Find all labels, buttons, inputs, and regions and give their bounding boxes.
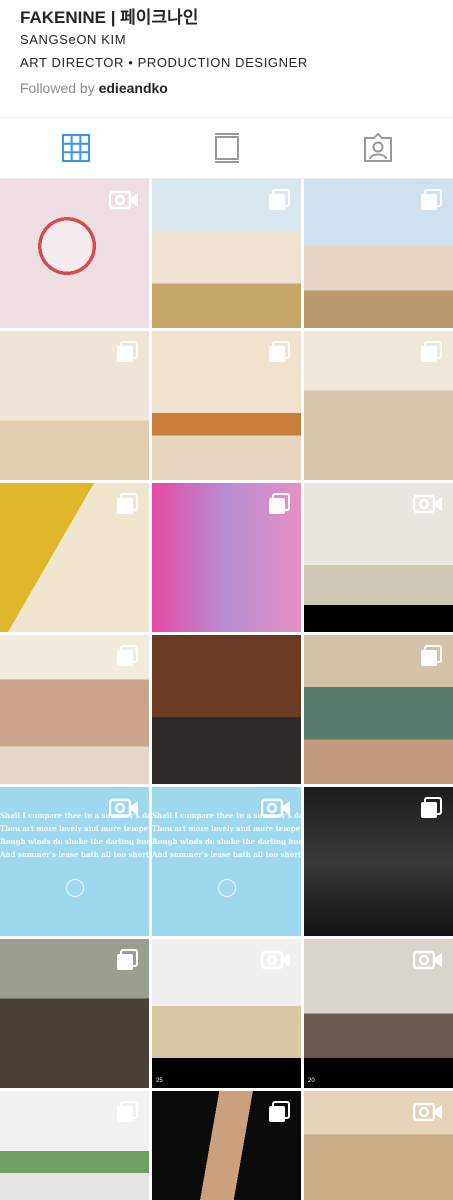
feed-icon xyxy=(214,133,239,163)
sonnet-line: Thou art more lovely and more temperate: xyxy=(152,824,301,833)
post-image xyxy=(152,635,301,784)
video-icon xyxy=(413,494,442,514)
sonnet-line: Rough winds do shake the darling buds of… xyxy=(0,837,149,846)
sonnet-line: Thou art more lovely and more temperate: xyxy=(0,824,149,833)
video-icon xyxy=(413,950,442,970)
sonnet-line: And summer's lease hath all too short a … xyxy=(0,850,149,859)
multiple-icon xyxy=(117,645,138,666)
post-tile[interactable] xyxy=(152,1091,301,1200)
video-icon xyxy=(109,798,138,818)
followed-by-user[interactable]: edieandko xyxy=(99,80,168,96)
full-name: SANGSeON KIM xyxy=(20,32,127,47)
followed-by: Followed by edieandko xyxy=(20,80,168,96)
multiple-icon xyxy=(421,341,442,362)
post-tile[interactable] xyxy=(0,331,149,480)
sonnet-line: And summer's lease hath all too short a … xyxy=(152,850,301,859)
video-icon xyxy=(109,190,138,210)
followed-prefix: Followed by xyxy=(20,80,99,96)
username[interactable]: FAKENINE xyxy=(20,8,106,27)
multiple-icon xyxy=(117,1101,138,1122)
post-tile[interactable] xyxy=(304,179,453,328)
tab-tagged[interactable] xyxy=(302,118,453,178)
profile-title: FAKENINE | 페이크나인 xyxy=(20,3,198,28)
post-tile[interactable] xyxy=(304,1091,453,1200)
video-icon xyxy=(261,950,290,970)
post-tile[interactable] xyxy=(152,483,301,632)
multiple-icon xyxy=(269,493,290,514)
video-icon xyxy=(261,798,290,818)
multiple-icon xyxy=(421,797,442,818)
tab-grid[interactable] xyxy=(0,118,151,178)
multiple-icon xyxy=(269,341,290,362)
multiple-icon xyxy=(269,1101,290,1122)
post-tile[interactable]: Shall I compare thee to a summer's day? … xyxy=(0,787,149,936)
tagged-icon xyxy=(363,133,392,162)
post-tile[interactable] xyxy=(152,331,301,480)
post-tile[interactable] xyxy=(0,635,149,784)
multiple-icon xyxy=(117,341,138,362)
post-tile[interactable] xyxy=(304,331,453,480)
multiple-icon xyxy=(421,189,442,210)
post-tile[interactable]: Shall I compare thee to a summer's day? … xyxy=(152,787,301,936)
profile-header: FAKENINE | 페이크나인 SANGSeON KIM ART DIRECT… xyxy=(0,0,453,116)
frame-number: 20 xyxy=(308,1078,315,1084)
emblem-icon xyxy=(217,879,236,897)
bio-role: ART DIRECTOR • PRODUCTION DESIGNER xyxy=(20,55,308,70)
frame-number: 25 xyxy=(156,1078,163,1084)
title-separator: | xyxy=(105,8,121,27)
post-tile[interactable] xyxy=(0,179,149,328)
multiple-icon xyxy=(117,493,138,514)
post-tile[interactable]: 25 xyxy=(152,939,301,1088)
video-icon xyxy=(413,1102,442,1122)
post-tile[interactable] xyxy=(0,939,149,1088)
post-tile[interactable] xyxy=(152,635,301,784)
emblem-icon xyxy=(65,879,84,897)
post-tile[interactable] xyxy=(0,483,149,632)
grid-icon xyxy=(61,134,90,162)
post-tile[interactable] xyxy=(152,179,301,328)
post-tile[interactable] xyxy=(304,787,453,936)
multiple-icon xyxy=(117,949,138,970)
profile-tabs xyxy=(0,117,453,179)
multiple-icon xyxy=(269,189,290,210)
post-tile[interactable]: 20 xyxy=(304,939,453,1088)
post-tile[interactable] xyxy=(0,1091,149,1200)
post-tile[interactable] xyxy=(304,635,453,784)
multiple-icon xyxy=(421,645,442,666)
post-tile[interactable] xyxy=(304,483,453,632)
tab-feed[interactable] xyxy=(151,118,302,178)
sonnet-line: Rough winds do shake the darling buds of… xyxy=(152,837,301,846)
korean-name: 페이크나인 xyxy=(120,8,199,27)
